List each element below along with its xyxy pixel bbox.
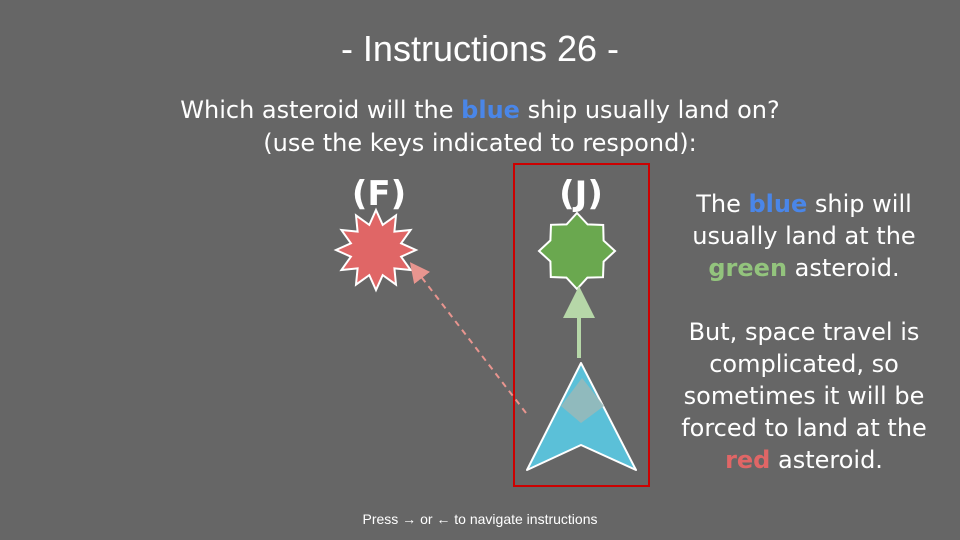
explanation-text-part: But, space travel is complicated, so som… (681, 318, 927, 442)
blue-word: blue (748, 190, 808, 218)
explanation-text-part: The (696, 190, 749, 218)
navigation-hint: Press → or ← to navigate instructions (362, 511, 598, 527)
green-asteroid-icon (537, 211, 617, 291)
red-word: red (725, 446, 771, 474)
red-asteroid-icon (333, 207, 419, 293)
explanation-paragraph-2: But, space travel is complicated, so som… (668, 316, 940, 476)
unlikely-path-arrow (409, 262, 527, 414)
blue-ship-icon (526, 362, 637, 471)
explanation-text-part: asteroid. (787, 254, 900, 282)
green-word: green (708, 254, 788, 282)
explanation-paragraph-1: The blue ship will usually land at the g… (668, 188, 940, 284)
explanation-text-part: asteroid. (770, 446, 883, 474)
